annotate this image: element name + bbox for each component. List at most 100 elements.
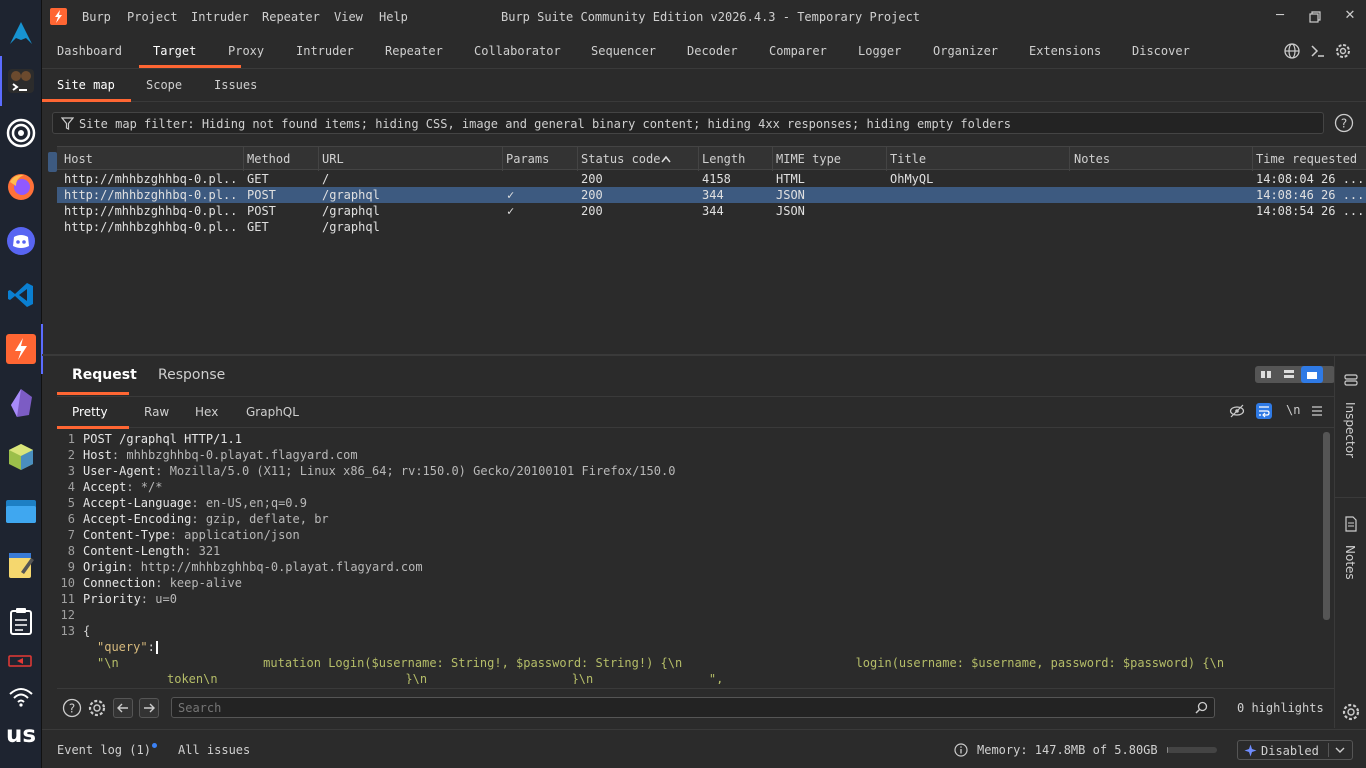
obsidian-icon[interactable] xyxy=(4,386,38,420)
tab-logger[interactable]: Logger xyxy=(858,44,901,58)
col-params[interactable]: Params xyxy=(506,152,549,166)
firefox-icon[interactable] xyxy=(4,170,38,204)
maximize-icon[interactable] xyxy=(1306,8,1324,26)
column-divider[interactable] xyxy=(1252,147,1253,171)
notepad-icon[interactable] xyxy=(4,548,38,582)
column-divider[interactable] xyxy=(577,147,578,171)
menu-intruder[interactable]: Intruder xyxy=(191,10,249,24)
word-wrap-icon[interactable] xyxy=(1256,403,1272,419)
help-icon[interactable]: ? xyxy=(62,698,82,718)
column-divider[interactable] xyxy=(698,147,699,171)
line-number: 10 xyxy=(60,576,75,590)
menu-view[interactable]: View xyxy=(334,10,363,24)
col-length[interactable]: Length xyxy=(702,152,745,166)
tab-decoder[interactable]: Decoder xyxy=(687,44,738,58)
all-issues-link[interactable]: All issues xyxy=(178,743,250,757)
ai-toggle-dropdown[interactable]: Disabled xyxy=(1237,740,1353,760)
tab-extensions[interactable]: Extensions xyxy=(1029,44,1101,58)
column-divider[interactable] xyxy=(886,147,887,171)
request-editor[interactable]: 1 POST /graphql HTTP/1.1 2 Host: mhhbzgh… xyxy=(57,430,1325,684)
menu-help[interactable]: Help xyxy=(379,10,408,24)
tab-collaborator[interactable]: Collaborator xyxy=(474,44,561,58)
tab-comparer[interactable]: Comparer xyxy=(769,44,827,58)
col-host[interactable]: Host xyxy=(64,152,93,166)
tab-discover[interactable]: Discover xyxy=(1132,44,1190,58)
settings-gear-icon[interactable] xyxy=(87,698,107,718)
terminal-prompt-icon[interactable] xyxy=(1309,42,1327,60)
layout-side-by-side-icon[interactable] xyxy=(1255,366,1277,383)
close-icon[interactable]: ✕ xyxy=(1341,8,1359,26)
col-notes[interactable]: Notes xyxy=(1074,152,1110,166)
col-time-requested[interactable]: Time requested xyxy=(1256,152,1357,166)
cell-status: 200 xyxy=(581,204,603,218)
arrow-right-icon[interactable] xyxy=(139,698,159,718)
vscode-icon[interactable] xyxy=(4,278,38,312)
wifi-icon[interactable] xyxy=(4,680,38,714)
cell-mime: HTML xyxy=(776,172,805,186)
col-title[interactable]: Title xyxy=(890,152,926,166)
layout-tabs-icon[interactable] xyxy=(1301,366,1323,383)
arrow-left-icon[interactable] xyxy=(113,698,133,718)
layout-stacked-icon[interactable] xyxy=(1278,366,1300,383)
settings-gear-icon[interactable] xyxy=(1341,702,1361,722)
search-input[interactable] xyxy=(178,699,1188,716)
arch-logo-icon[interactable] xyxy=(4,16,38,50)
notes-label[interactable]: Notes xyxy=(1343,545,1357,580)
col-method[interactable]: Method xyxy=(247,152,290,166)
tab-hex[interactable]: Hex xyxy=(195,405,218,419)
header-line: Accept-Encoding: gzip, deflate, br xyxy=(83,512,329,526)
tab-site-map[interactable]: Site map xyxy=(57,78,115,92)
show-newlines-toggle[interactable]: \n xyxy=(1286,403,1306,419)
files-icon[interactable] xyxy=(4,494,38,528)
help-icon[interactable]: ? xyxy=(1334,113,1354,133)
tab-proxy[interactable]: Proxy xyxy=(228,44,264,58)
tab-scope[interactable]: Scope xyxy=(146,78,182,92)
tab-raw[interactable]: Raw xyxy=(144,405,169,419)
tab-intruder[interactable]: Intruder xyxy=(296,44,354,58)
tab-repeater[interactable]: Repeater xyxy=(385,44,443,58)
globe-icon[interactable] xyxy=(1283,42,1301,60)
keyboard-layout[interactable]: us xyxy=(0,722,42,748)
inspector-label[interactable]: Inspector xyxy=(1343,402,1357,458)
tab-request[interactable]: Request xyxy=(72,367,137,383)
terminal-icon[interactable] xyxy=(0,56,38,106)
inspector-icon[interactable] xyxy=(1343,372,1359,388)
menu-repeater[interactable]: Repeater xyxy=(262,10,320,24)
target-icon[interactable] xyxy=(4,116,38,150)
column-divider[interactable] xyxy=(1069,147,1070,171)
col-status-code[interactable]: Status code xyxy=(581,152,660,166)
hide-nonprintable-icon[interactable] xyxy=(1229,403,1245,419)
menu-icon[interactable] xyxy=(1309,403,1325,419)
tab-issues[interactable]: Issues xyxy=(214,78,257,92)
table-row[interactable]: http://mhhbzghhbq-0.pl... GET / 200 4158… xyxy=(57,171,1366,187)
event-log-link[interactable]: Event log (1) xyxy=(57,743,151,757)
table-row-selected[interactable]: http://mhhbzghhbq-0.pl... POST /graphql … xyxy=(57,187,1366,203)
tab-dashboard[interactable]: Dashboard xyxy=(57,44,122,58)
tab-sequencer[interactable]: Sequencer xyxy=(591,44,656,58)
tab-response[interactable]: Response xyxy=(158,367,225,383)
col-url[interactable]: URL xyxy=(322,152,344,166)
menu-burp[interactable]: Burp xyxy=(82,10,111,24)
package-icon[interactable] xyxy=(4,440,38,474)
site-map-filter-bar[interactable]: Site map filter: Hiding not found items;… xyxy=(52,112,1324,134)
column-divider[interactable] xyxy=(772,147,773,171)
column-divider[interactable] xyxy=(318,147,319,171)
burp-icon[interactable] xyxy=(4,324,43,374)
menu-project[interactable]: Project xyxy=(127,10,178,24)
tab-pretty[interactable]: Pretty xyxy=(72,405,108,419)
notes-icon[interactable] xyxy=(1343,516,1359,532)
editor-scrollbar[interactable] xyxy=(1323,432,1330,620)
settings-gear-icon[interactable] xyxy=(1334,42,1352,60)
column-divider[interactable] xyxy=(243,147,244,171)
col-mime-type[interactable]: MIME type xyxy=(776,152,841,166)
minimize-icon[interactable]: ─ xyxy=(1271,8,1289,26)
discord-icon[interactable] xyxy=(4,224,38,258)
tab-graphql[interactable]: GraphQL xyxy=(246,405,299,419)
tab-target[interactable]: Target xyxy=(153,44,196,58)
clipboard-icon[interactable] xyxy=(4,604,38,638)
table-row[interactable]: http://mhhbzghhbq-0.pl... POST /graphql … xyxy=(57,203,1366,219)
column-divider[interactable] xyxy=(502,147,503,171)
tab-organizer[interactable]: Organizer xyxy=(933,44,998,58)
panel-collapse-handle[interactable] xyxy=(48,152,57,172)
table-row[interactable]: http://mhhbzghhbq-0.pl... GET /graphql xyxy=(57,219,1366,235)
